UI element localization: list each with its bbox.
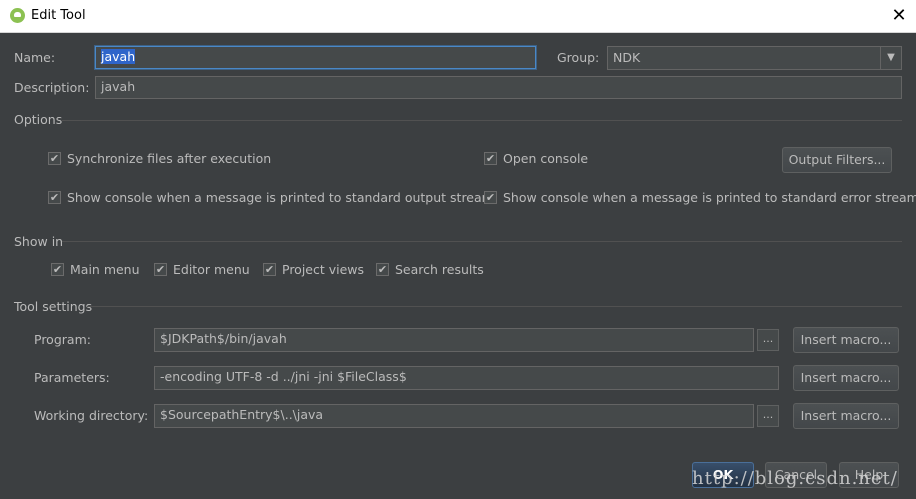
description-label: Description:	[14, 80, 90, 95]
open-console-label: Open console	[503, 151, 589, 166]
sync-files-checkbox[interactable]: ✔	[48, 152, 61, 165]
android-studio-icon	[10, 8, 25, 23]
tool-settings-separator	[87, 306, 902, 307]
program-browse-button[interactable]: ...	[757, 329, 779, 351]
name-label: Name:	[14, 50, 56, 65]
show-in-section-label: Show in	[14, 234, 64, 249]
editor-menu-label: Editor menu	[173, 262, 250, 277]
editor-menu-checkbox[interactable]: ✔	[154, 263, 167, 276]
search-results-checkbox[interactable]: ✔	[376, 263, 389, 276]
working-directory-input[interactable]: $SourcepathEntry$\..\java	[154, 404, 754, 428]
watermark: http://blog.csdn.net/	[692, 468, 898, 489]
program-label: Program:	[34, 332, 91, 347]
project-views-label: Project views	[282, 262, 365, 277]
project-views-checkbox[interactable]: ✔	[263, 263, 276, 276]
working-directory-value: $SourcepathEntry$\..\java	[160, 407, 324, 422]
main-menu-checkbox[interactable]: ✔	[51, 263, 64, 276]
options-separator	[62, 120, 902, 121]
output-filters-button[interactable]: Output Filters...	[782, 147, 892, 173]
working-directory-insert-macro-button[interactable]: Insert macro...	[793, 403, 899, 429]
description-value: javah	[101, 79, 136, 94]
sync-files-label: Synchronize files after execution	[67, 151, 272, 166]
parameters-value: -encoding UTF-8 -d ../jni -jni $FileClas…	[160, 369, 407, 384]
group-value: NDK	[613, 50, 641, 65]
group-combo[interactable]: NDK ▼	[607, 46, 902, 70]
options-section-label: Options	[14, 112, 63, 127]
chevron-down-icon[interactable]: ▼	[880, 47, 901, 69]
description-input[interactable]: javah	[95, 76, 902, 99]
parameters-label: Parameters:	[34, 370, 110, 385]
window-title: Edit Tool	[31, 8, 86, 23]
program-input[interactable]: $JDKPath$/bin/javah	[154, 328, 754, 352]
group-label: Group:	[557, 50, 600, 65]
program-value: $JDKPath$/bin/javah	[160, 331, 287, 346]
show-console-stdout-checkbox[interactable]: ✔	[48, 191, 61, 204]
show-console-stderr-label: Show console when a message is printed t…	[503, 190, 916, 205]
name-input[interactable]: javah	[95, 46, 536, 69]
working-directory-browse-button[interactable]: ...	[757, 405, 779, 427]
title-bar: Edit Tool ✕	[0, 0, 916, 33]
program-insert-macro-button[interactable]: Insert macro...	[793, 327, 899, 353]
working-directory-label: Working directory:	[34, 408, 149, 423]
search-results-label: Search results	[395, 262, 484, 277]
show-in-separator	[62, 241, 902, 242]
open-console-checkbox[interactable]: ✔	[484, 152, 497, 165]
show-console-stdout-label: Show console when a message is printed t…	[67, 190, 494, 205]
close-icon[interactable]: ✕	[887, 5, 911, 27]
parameters-input[interactable]: -encoding UTF-8 -d ../jni -jni $FileClas…	[154, 366, 779, 390]
show-console-stderr-checkbox[interactable]: ✔	[484, 191, 497, 204]
parameters-insert-macro-button[interactable]: Insert macro...	[793, 365, 899, 391]
main-menu-label: Main menu	[70, 262, 140, 277]
name-value: javah	[101, 49, 136, 64]
tool-settings-section-label: Tool settings	[14, 299, 93, 314]
